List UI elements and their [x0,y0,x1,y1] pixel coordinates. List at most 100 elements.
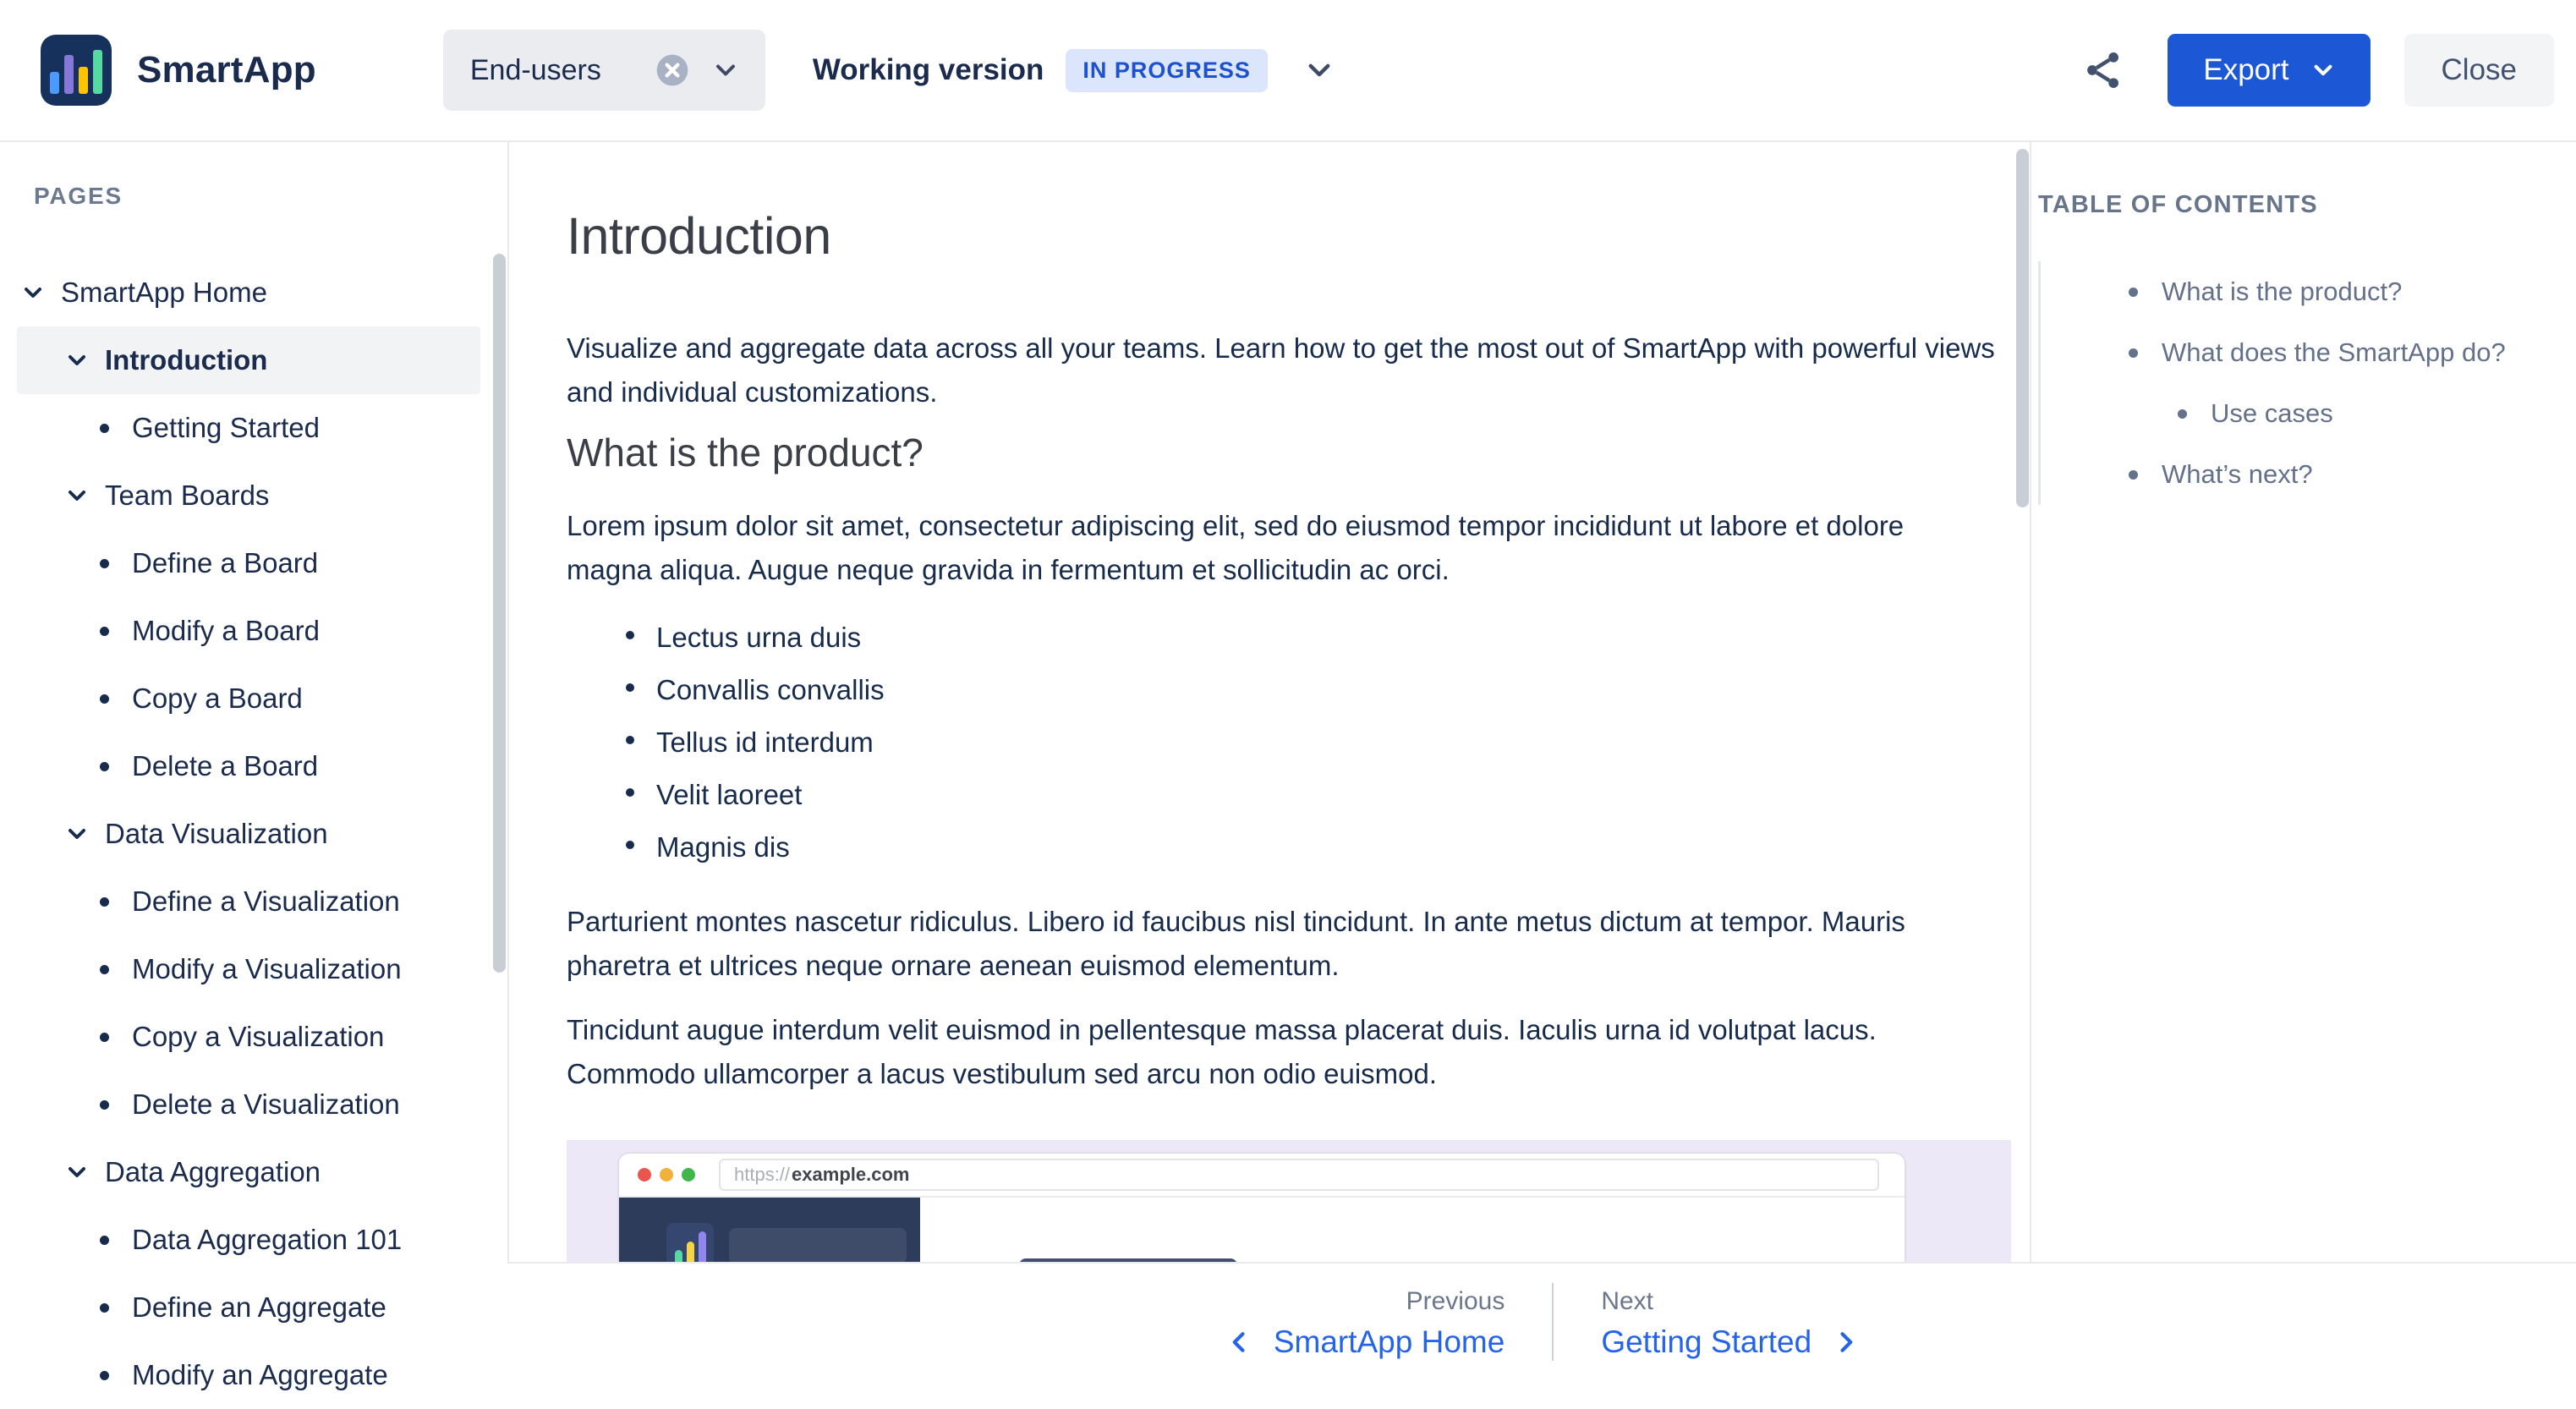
chevron-left-icon [1226,1330,1252,1355]
version-selector[interactable]: Working version IN PROGRESS [813,49,1334,92]
chevron-right-icon [1833,1330,1859,1355]
bullet-icon [626,683,634,692]
list-item-text: Velit laoreet [656,773,802,817]
main-scrollbar[interactable] [2016,149,2029,507]
sidebar-item-getting-started[interactable]: Getting Started [17,394,480,462]
page-tree: SmartApp Home Introduction Getting Start… [0,259,509,1409]
sidebar-divider [507,142,509,1264]
bullet-icon [626,631,634,639]
app-header: SmartApp End-users Working version IN PR… [0,0,2576,142]
article-pane: Introduction Visualize and aggregate dat… [509,142,2030,1380]
mock-nav-placeholder [729,1228,907,1264]
next-page-title: Getting Started [1601,1324,1811,1360]
sidebar-item-modify-a-visualization[interactable]: Modify a Visualization [17,935,480,1003]
sidebar-item-modify-an-aggregate[interactable]: Modify an Aggregate [17,1341,480,1409]
bullet-icon [2129,288,2138,297]
url-host: example.com [792,1164,909,1186]
sidebar-item-label: Data Visualization [105,818,328,850]
list-item-text: Magnis dis [656,825,790,869]
list-item: Magnis dis [626,825,2009,869]
bullet-icon [100,1303,109,1313]
previous-page-link[interactable]: SmartApp Home [1226,1324,1505,1360]
sidebar-item-smartapp-home[interactable]: SmartApp Home [17,259,480,326]
table-of-contents: TABLE OF CONTENTS What is the product? W… [2030,142,2576,1380]
body-paragraph: Tincidunt augue interdum velit euismod i… [567,1008,1996,1096]
section-heading: What is the product? [567,430,2009,475]
footer-divider [1552,1283,1554,1361]
sidebar-item-copy-a-board[interactable]: Copy a Board [17,665,480,732]
sidebar-item-label: Modify a Board [132,615,320,647]
audience-selector-value: End-users [470,54,601,87]
sidebar-item-label: Copy a Visualization [132,1021,384,1053]
pages-sidebar-title: PAGES [34,183,509,210]
sidebar-item-data-visualization[interactable]: Data Visualization [17,800,480,868]
traffic-light-red-icon [638,1168,651,1181]
close-button[interactable]: Close [2404,34,2554,107]
list-item-text: Tellus id interdum [656,721,874,765]
bullet-icon [100,627,109,636]
toc-item-what-does-the-smartapp-do[interactable]: What does the SmartApp do? [2041,322,2568,383]
previous-label: Previous [1406,1287,1505,1316]
chevron-down-icon [65,822,89,846]
bullet-icon [100,559,109,568]
sidebar-item-define-an-aggregate[interactable]: Define an Aggregate [17,1274,480,1341]
sidebar-item-delete-a-visualization[interactable]: Delete a Visualization [17,1071,480,1138]
export-button[interactable]: Export [2168,34,2370,107]
sidebar-scrollbar[interactable] [493,254,506,973]
sidebar-item-data-aggregation[interactable]: Data Aggregation [17,1138,480,1206]
sidebar-item-define-a-visualization[interactable]: Define a Visualization [17,868,480,935]
sidebar-item-modify-a-board[interactable]: Modify a Board [17,597,480,665]
share-button[interactable] [2080,47,2127,94]
bullet-icon [2178,409,2187,419]
sidebar-item-data-aggregation-101[interactable]: Data Aggregation 101 [17,1206,480,1274]
tree-marker [91,762,117,771]
chevron-down-icon [21,281,45,304]
audience-selector[interactable]: End-users [443,30,765,111]
sidebar-item-define-a-board[interactable]: Define a Board [17,529,480,597]
sidebar-item-label: Data Aggregation 101 [132,1224,402,1256]
sidebar-item-label: SmartApp Home [61,277,267,309]
bullet-icon [626,788,634,797]
next-label: Next [1601,1287,1859,1316]
logo-bar-green-icon [93,50,102,94]
list-item: Velit laoreet [626,773,2009,817]
sidebar-item-label: Delete a Visualization [132,1088,400,1121]
tree-marker [64,348,90,372]
tree-marker [91,1371,117,1380]
sidebar-item-delete-a-board[interactable]: Delete a Board [17,732,480,800]
tree-marker [91,694,117,704]
sidebar-item-label: Delete a Board [132,750,318,782]
toc-item-use-cases[interactable]: Use cases [2041,383,2568,444]
toc-item-what-is-the-product[interactable]: What is the product? [2041,261,2568,322]
intro-paragraph: Visualize and aggregate data across all … [567,326,1996,414]
toc-item-what-s-next[interactable]: What’s next? [2041,444,2568,505]
bullet-icon [100,762,109,771]
tree-marker [91,1100,117,1110]
sidebar-item-copy-a-visualization[interactable]: Copy a Visualization [17,1003,480,1071]
sidebar-item-introduction[interactable]: Introduction [17,326,480,394]
sidebar-item-label: Define a Visualization [132,885,400,918]
bullet-icon [100,1100,109,1110]
pages-sidebar: PAGES SmartApp Home Introduction [0,142,509,1380]
list-item: Convallis convallis [626,668,2009,712]
chevron-down-icon [65,1160,89,1184]
previous-column: Previous SmartApp Home [1226,1284,1505,1360]
traffic-light-green-icon [682,1168,695,1181]
sidebar-item-label: Data Aggregation [105,1156,321,1188]
body-paragraph: Lorem ipsum dolor sit amet, consectetur … [567,504,1996,592]
clear-icon[interactable] [655,53,689,87]
app-title: SmartApp [137,49,316,91]
bullet-icon [100,897,109,907]
share-icon [2081,48,2125,92]
bullet-icon [100,1236,109,1245]
logo-bar-purple-icon [64,55,74,94]
tree-marker [91,965,117,974]
sidebar-item-team-boards[interactable]: Team Boards [17,462,480,529]
tree-marker [64,1160,90,1184]
status-badge: IN PROGRESS [1066,49,1268,92]
bullet-icon [100,694,109,704]
tree-marker [91,1236,117,1245]
tree-marker [20,281,46,304]
mock-browser-chrome: https:// example.com [619,1154,1905,1198]
next-page-link[interactable]: Getting Started [1601,1324,1859,1360]
